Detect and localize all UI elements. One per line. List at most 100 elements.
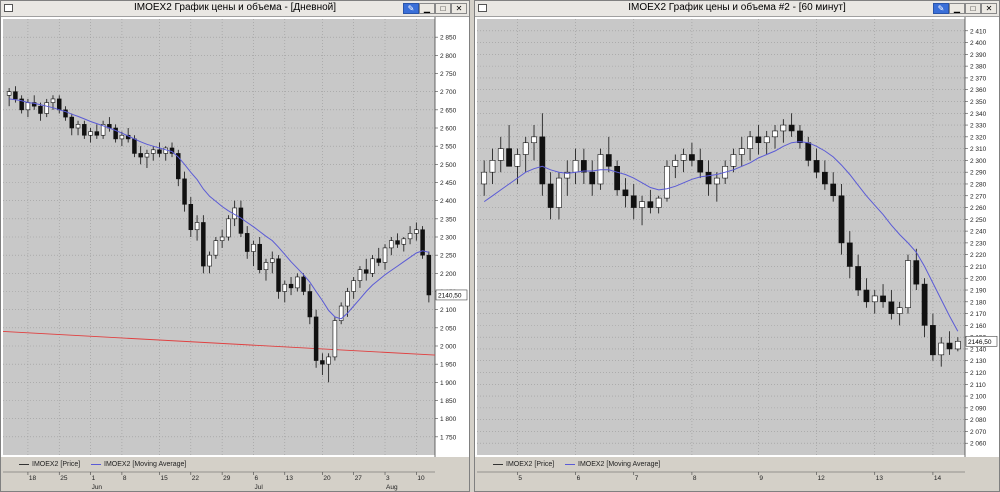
legend-label-price: IMOEX2 [Price] [32,461,81,468]
y-tick-label: 2 330 [970,123,987,130]
candle-body [332,320,338,358]
y-tick-label: 2 050 [440,325,457,332]
candle-body [44,102,49,114]
x-tick-label: 10 [417,475,425,482]
minimize-button[interactable]: ▁ [949,3,965,14]
candle [426,251,432,303]
y-tick-label: 1 800 [440,416,457,423]
candle-body [846,242,853,267]
candle-body [326,356,331,365]
candle-body [680,154,687,161]
close-button[interactable]: ✕ [451,3,467,14]
y-tick-label: 2 090 [970,405,987,412]
y-tick-label: 2 750 [440,71,457,78]
window-titlebar[interactable]: IMOEX2 График цены и объема #2 - [60 мин… [475,1,999,17]
y-tick-label: 1 950 [440,362,457,369]
candle-body [738,148,745,155]
maximize-button[interactable]: □ [965,3,981,14]
candle-body [244,233,250,252]
candle-body [822,171,828,185]
chart-window-60min: IMOEX2 График цены и объема #2 - [60 мин… [474,0,1000,492]
candle-body [382,247,388,263]
y-tick-label: 2 080 [970,417,987,424]
candle-body [370,258,375,274]
candle-body [395,240,400,245]
candle [420,226,425,259]
x-month-label: Jul [254,484,263,491]
window-titlebar[interactable]: IMOEX2 График цены и объема - [Дневной] … [1,1,469,17]
candle-body [497,148,504,161]
candle-body [780,124,787,132]
window-title: IMOEX2 График цены и объема #2 - [60 мин… [628,2,846,13]
candle-body [605,154,612,167]
price-chart-daily[interactable]: 1 750 1 800 1 850 1 900 1 950 2 000 2 050 2 100… [1,17,469,457]
maximize-button[interactable]: □ [435,3,451,14]
candle-body [531,136,537,144]
candle-body [896,307,903,314]
candle-body [830,183,837,197]
y-tick-label: 2 250 [970,217,987,224]
last-price-label: 2140,50 [438,292,462,299]
y-tick-label: 2 400 [970,40,987,47]
candle-body [788,124,795,132]
x-tick-label: 3 [386,475,390,482]
candle-body [194,222,200,231]
candle-body [655,197,662,208]
pin-button[interactable]: ✎ [403,3,419,14]
pin-button[interactable]: ✎ [933,3,949,14]
candle-body [389,240,394,249]
candle-body [672,160,679,167]
y-tick-label: 2 650 [440,107,457,114]
candle-body [401,238,407,245]
legend-label-ma: IMOEX2 [Moving Average] [104,461,187,468]
x-tick-label: 20 [323,475,331,482]
price-chart-60min[interactable]: 2 060 2 070 2 080 2 090 2 100 2 110 2 120 2 130… [475,17,999,457]
legend-label-ma: IMOEX2 [Moving Average] [578,461,661,468]
y-tick-label: 2 250 [440,253,457,260]
legend-swatch-ma [565,463,575,465]
candle-body [664,165,670,199]
y-tick-label: 2 500 [440,162,457,169]
x-tick-label: 9 [759,475,763,482]
minimize-button[interactable]: ▁ [419,3,435,14]
candle-body [797,130,803,144]
candle-body [514,154,521,167]
candle-body [863,289,870,303]
y-tick-label: 2 070 [970,429,987,436]
candle-body [263,262,269,271]
y-tick-label: 2 190 [970,288,987,295]
candle-body [838,195,845,244]
candle-body [82,124,87,136]
candle-body [805,142,812,161]
legend-swatch-ma [91,463,101,465]
y-tick-label: 1 750 [440,434,457,441]
y-tick-label: 2 060 [970,441,987,448]
y-tick-label: 2 260 [970,205,987,212]
x-tick-label: 14 [934,475,942,482]
candle-body [946,342,953,350]
candle-body [138,153,143,158]
y-tick-label: 2 390 [970,52,987,59]
candle-body [888,301,895,314]
candle-body [556,177,562,208]
y-tick-label: 1 900 [440,380,457,387]
chart-window-daily: IMOEX2 График цены и объема - [Дневной] … [0,0,470,492]
x-tick-label: 15 [160,475,168,482]
candle-body [94,131,100,136]
y-tick-label: 2 450 [440,180,457,187]
legend-swatch-price [19,463,29,465]
x-month-label: Jun [92,484,103,491]
candle-body [880,295,886,303]
candle-body [313,316,319,361]
chart-legend: IMOEX2 [Price] IMOEX2 [Moving Average] [1,457,469,471]
candle-body [257,243,262,270]
candle-body [157,149,162,154]
y-tick-label: 2 300 [440,235,457,242]
close-button[interactable]: ✕ [981,3,997,14]
candle-body [182,178,187,205]
candle-body [572,160,579,173]
y-tick-label: 2 300 [970,158,987,165]
candle-body [213,240,219,256]
y-tick-label: 2 130 [970,358,987,365]
candle-body [282,283,288,292]
